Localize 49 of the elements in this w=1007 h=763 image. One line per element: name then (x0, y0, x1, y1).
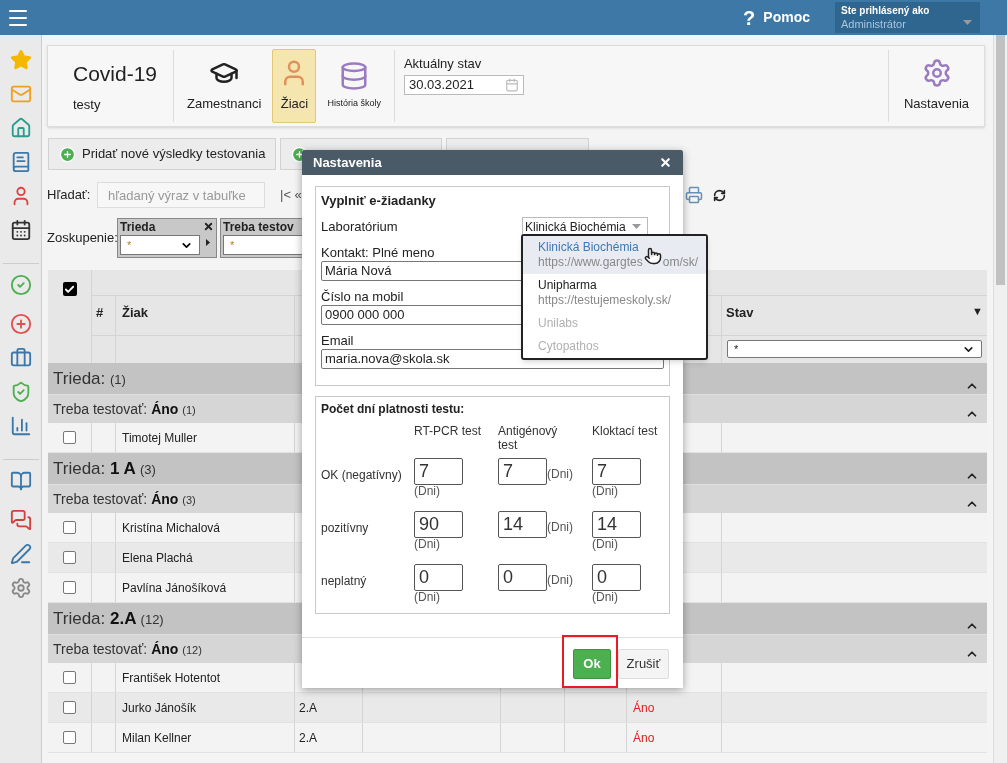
unit-label: (Dni) (414, 538, 440, 551)
search-label: Hľadať: (47, 186, 92, 205)
student-name: Milan Kellner (122, 729, 192, 747)
fieldset-legend: Vyplniť e-žiadanky (321, 191, 664, 211)
test-needed-cell-text: Áno (633, 699, 655, 717)
help-glyph: ? (743, 5, 756, 31)
subgroup-heading: Treba testovať: Áno (1) (53, 399, 196, 419)
group-heading: Trieda: 1 A (3) (53, 457, 156, 480)
fieldset-legend: Počet dní platnosti testu: (321, 400, 664, 418)
column-heading: Antigénový test (498, 424, 559, 452)
column-heading: RT-PCR test (414, 424, 483, 438)
unit-label: (Dni) (414, 485, 440, 498)
subgroup-heading: Treba testovať: Áno (12) (53, 639, 202, 659)
student-name: Elena Plachá (122, 549, 193, 567)
row-label: OK (negatívny) (321, 467, 402, 484)
student-name: Timotej Muller (122, 429, 197, 447)
field-label: Laboratórium (321, 217, 398, 236)
date-label: Aktuálny stav (403, 55, 483, 73)
unit-label: (Dni) (547, 466, 573, 483)
column-heading: Kloktací test (592, 424, 659, 438)
unit-label: (Dni) (547, 519, 573, 536)
student-name: Pavlína Jánošíková (122, 579, 227, 597)
unit-label: (Dni) (592, 591, 618, 604)
unit-label: (Dni) (592, 538, 618, 551)
class-cell-text: 2.A (299, 699, 317, 717)
unit-label: (Dni) (547, 572, 573, 589)
dialog-title: Nastavenia (313, 153, 382, 172)
class-cell-text: 2.A (299, 729, 317, 747)
subgroup-heading: Treba testovať: Áno (3) (53, 489, 196, 509)
group-title: Treba testov (223, 219, 294, 235)
grouping-label: Zoskupenie: (47, 229, 117, 248)
row-label: pozitívny (321, 520, 369, 537)
test-needed-cell-text: Áno (633, 729, 655, 747)
group-heading: Trieda: (1) (53, 367, 126, 390)
field-label: Číslo na mobil (321, 288, 404, 305)
row-label: neplatný (321, 573, 367, 590)
module-title: Covid-19 (73, 60, 159, 87)
user-caption: Ste prihlásený ako (841, 4, 930, 17)
student-name: Jurko Jánošík (122, 699, 197, 717)
user-name: Administrátor (841, 16, 906, 31)
field-label: Kontakt: Plné meno (321, 244, 435, 261)
group-heading: Trieda: 2.A (12) (53, 607, 164, 630)
student-name: František Hotentot (122, 669, 221, 687)
field-label: Email (321, 332, 354, 349)
unit-label: (Dni) (414, 591, 440, 604)
module-subtitle: testy (73, 96, 102, 114)
student-name: Kristína Michalová (122, 519, 221, 537)
unit-label: (Dni) (592, 485, 618, 498)
group-title: Trieda (120, 219, 156, 235)
